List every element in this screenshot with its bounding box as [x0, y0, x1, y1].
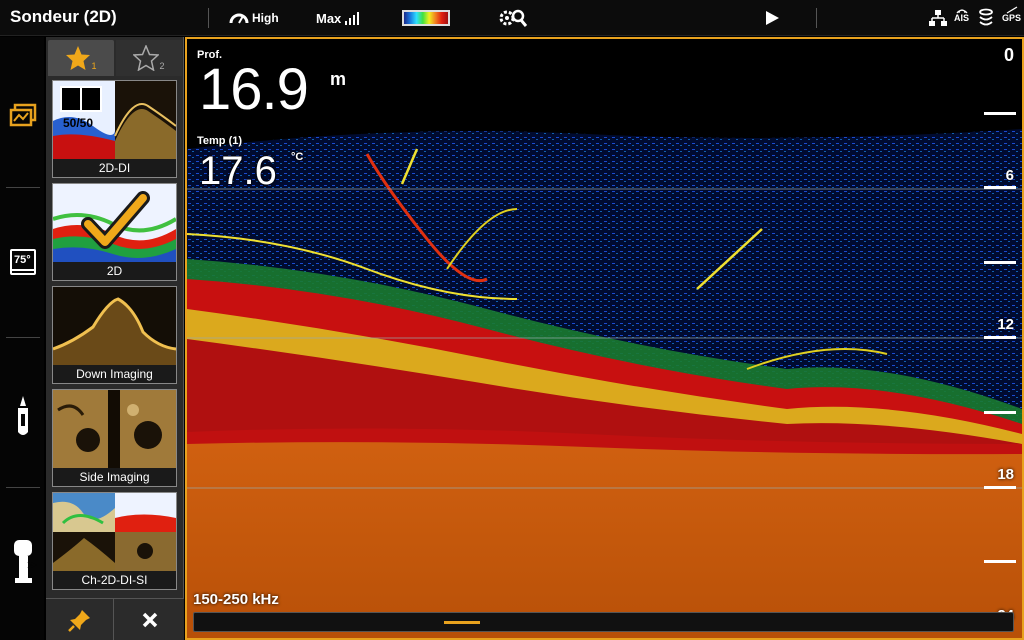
- depth-scale-label: 6: [1005, 167, 1014, 184]
- gps-label: GPS: [1002, 13, 1022, 23]
- sensitivity-label: High: [252, 11, 279, 25]
- favorite-label: 2D-DI: [53, 159, 176, 177]
- tab-favorites-1[interactable]: 1: [48, 40, 114, 76]
- temperature-value: 17.6: [199, 149, 277, 193]
- network-status[interactable]: [928, 6, 948, 30]
- ais-status[interactable]: AIS: [954, 6, 969, 30]
- depth-scale-tick: [984, 560, 1016, 563]
- signal-bars-icon: [345, 12, 360, 25]
- star-icon: [66, 46, 91, 70]
- tab-number: 1: [91, 61, 97, 71]
- divider: [6, 337, 40, 338]
- close-button[interactable]: [115, 599, 184, 640]
- network-icon: [929, 10, 947, 26]
- boat-button[interactable]: [4, 392, 42, 442]
- gear-search-icon: [499, 9, 528, 27]
- gps-status[interactable]: GPS: [1002, 6, 1021, 30]
- depth-value: 16.9: [199, 57, 309, 122]
- frequency-label: 150-250 kHz: [193, 591, 279, 608]
- page-title: Sondeur (2D): [10, 7, 117, 26]
- depth-scale-tick: [984, 186, 1016, 189]
- divider: [6, 187, 40, 188]
- star-outline-icon: [133, 45, 160, 71]
- ais-label: AIS: [954, 13, 970, 23]
- depth-scale-tick: [984, 261, 1016, 264]
- history-scrollbar[interactable]: [193, 612, 1014, 632]
- depth-unit: m: [330, 69, 347, 89]
- tab-number: 2: [159, 61, 165, 71]
- motor-icon: [14, 540, 38, 583]
- favorite-label: Down Imaging: [53, 365, 176, 383]
- water-temp-button[interactable]: 75°: [4, 242, 42, 282]
- sonar-status[interactable]: [978, 6, 994, 30]
- left-rail: 75°: [0, 37, 44, 640]
- depth-scale-tick: [984, 336, 1016, 339]
- sensitivity-button[interactable]: High: [228, 6, 279, 30]
- depth-scale-label: 0: [1003, 45, 1014, 65]
- favorite-item[interactable]: Ch-2D-DI-SI: [52, 492, 177, 590]
- sonar-echo-image: [187, 39, 1022, 638]
- top-bar: Sondeur (2D) High Max AIS GPS: [0, 0, 1024, 36]
- pin-button[interactable]: [46, 599, 114, 640]
- depth-scale-tick: [984, 411, 1016, 414]
- favorite-item[interactable]: 50/50 2D-DI: [52, 80, 177, 178]
- boat-icon: [18, 396, 28, 435]
- favorite-label: Ch-2D-DI-SI: [53, 571, 176, 589]
- color-palette-button[interactable]: [402, 10, 450, 26]
- play-button[interactable]: [764, 6, 780, 30]
- views-icon: [9, 103, 37, 127]
- water-temp-icon: 75°: [10, 249, 36, 275]
- tab-favorites-2[interactable]: 2: [116, 40, 182, 76]
- divider: [6, 487, 40, 488]
- range-button[interactable]: Max: [316, 6, 360, 30]
- views-button[interactable]: [4, 95, 42, 135]
- max-label: Max: [316, 10, 342, 26]
- motor-button[interactable]: [4, 537, 42, 587]
- depth-scale-tick: [984, 486, 1016, 489]
- favorite-item[interactable]: Down Imaging: [52, 286, 177, 384]
- play-icon: [766, 11, 779, 25]
- view-preview: [53, 390, 176, 468]
- split-badge: 50/50: [63, 116, 94, 130]
- favorite-label: 2D: [53, 262, 176, 280]
- divider: [208, 8, 209, 28]
- favorite-item-selected[interactable]: 2D: [52, 183, 177, 281]
- sonar-view[interactable]: Prof. 16.9 m Temp (1) 17.6 °C 0 6 12 18 …: [185, 37, 1024, 640]
- depth-scale-label: 18: [997, 466, 1014, 483]
- depth-scale-tick: [984, 112, 1016, 115]
- view-preview: [53, 493, 176, 571]
- close-icon: [142, 612, 157, 628]
- divider: [816, 8, 817, 28]
- favorite-label: Side Imaging: [53, 468, 176, 486]
- temperature-label: Temp (1): [197, 135, 243, 147]
- pin-icon: [67, 610, 90, 632]
- settings-search-button[interactable]: [497, 6, 529, 30]
- favorites-panel: 1 2 50/50 2D-DI 2D Down Imaging Side Ima…: [46, 37, 184, 640]
- sonar-stack-icon: [979, 8, 993, 26]
- view-preview: [53, 287, 176, 365]
- scroll-handle[interactable]: [444, 621, 480, 624]
- favorites-actions: [46, 598, 184, 640]
- favorite-item[interactable]: Side Imaging: [52, 389, 177, 487]
- view-preview: [53, 184, 176, 262]
- depth-scale-label: 12: [997, 316, 1014, 333]
- sensitivity-icon: [229, 13, 249, 24]
- temp-badge: 75°: [14, 254, 31, 266]
- temperature-unit: °C: [291, 151, 304, 163]
